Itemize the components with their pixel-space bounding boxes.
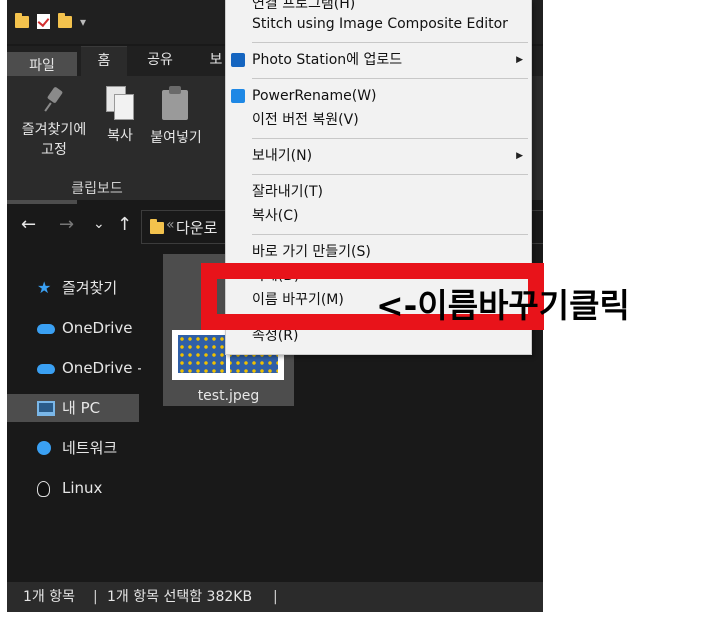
- sidebar-item-quick-access[interactable]: ★ 즐겨찾기: [7, 274, 139, 302]
- breadcrumb-overflow[interactable]: «: [166, 217, 175, 233]
- status-selection: 1개 항목 선택함 382KB: [107, 589, 253, 605]
- quick-access-toolbar: ▾: [15, 12, 86, 29]
- menu-item-label: 복사(C): [252, 208, 299, 224]
- cloud-icon: [37, 364, 55, 374]
- sidebar-item-label: 즐겨찾기: [62, 279, 118, 297]
- sidebar-item-label: OneDrive -: [62, 359, 143, 377]
- menu-item-label: 잘라내기(T): [252, 184, 323, 200]
- folder-icon: [150, 219, 164, 234]
- copy-button[interactable]: 복사: [101, 86, 139, 146]
- annotation-text: <-이름바꾸기클릭: [376, 286, 630, 325]
- sidebar-item-network[interactable]: 네트워크: [7, 434, 139, 462]
- network-icon: [37, 441, 51, 455]
- tab-share[interactable]: 공유: [137, 46, 183, 76]
- pin-label-line1: 즐겨찾기에: [21, 122, 87, 138]
- menu-item-label: 보내기(N): [252, 148, 313, 164]
- menu-item-create-shortcut[interactable]: 바로 가기 만들기(S): [226, 240, 531, 264]
- menu-separator: [252, 78, 528, 79]
- clipboard-group-label: 클립보드: [71, 181, 123, 197]
- menu-item-photo-station[interactable]: Photo Station에 업로드 ▶: [226, 48, 531, 72]
- menu-separator: [252, 174, 528, 175]
- paste-button[interactable]: 붙여넣기: [145, 86, 207, 148]
- menu-separator: [252, 42, 528, 43]
- menu-item-label: Stitch using Image Composite Editor: [252, 16, 508, 32]
- sidebar-item-label: OneDrive: [62, 319, 133, 337]
- new-folder-icon[interactable]: [58, 12, 72, 28]
- sidebar-item-onedrive[interactable]: OneDrive: [7, 314, 139, 342]
- sidebar-item-label: 내 PC: [62, 399, 101, 417]
- pc-icon: [37, 401, 55, 416]
- sidebar-item-label: 네트워크: [62, 439, 118, 457]
- copy-icon: [106, 86, 134, 120]
- pin-icon: [44, 86, 64, 114]
- navigation-pane: ★ 즐겨찾기 OneDrive OneDrive - 내 PC 네트워크 Lin…: [7, 262, 143, 582]
- menu-separator: [252, 234, 528, 235]
- dropdown-icon[interactable]: ▾: [80, 15, 86, 29]
- recent-locations-button[interactable]: ⌄: [93, 216, 105, 232]
- menu-item-cut[interactable]: 잘라내기(T): [226, 180, 531, 204]
- sidebar-item-this-pc[interactable]: 내 PC: [7, 394, 139, 422]
- menu-item-send-to[interactable]: 보내기(N) ▶: [226, 144, 531, 168]
- breadcrumb[interactable]: 다운로: [176, 217, 217, 238]
- menu-item-label: Photo Station에 업로드: [252, 52, 403, 68]
- sidebar-item-onedrive-business[interactable]: OneDrive -: [7, 354, 143, 382]
- menu-item-stitch[interactable]: Stitch using Image Composite Editor: [226, 12, 531, 36]
- checkmark-doc-icon[interactable]: [37, 14, 50, 29]
- folder-icon: [15, 12, 29, 28]
- submenu-arrow-icon: ▶: [516, 151, 523, 161]
- paste-label: 붙여넣기: [150, 130, 202, 146]
- copy-label: 복사: [107, 128, 133, 144]
- forward-button[interactable]: →: [59, 214, 74, 235]
- sidebar-item-label: Linux: [62, 479, 103, 497]
- status-divider: |: [273, 589, 278, 605]
- pin-label-line2: 고정: [41, 142, 67, 158]
- tab-home[interactable]: 홈: [81, 46, 127, 77]
- back-button[interactable]: ←: [21, 214, 36, 235]
- submenu-arrow-icon: ▶: [516, 55, 523, 65]
- status-item-count: 1개 항목: [23, 589, 75, 605]
- pin-to-quick-access-button[interactable]: 즐겨찾기에 고정: [13, 86, 95, 160]
- star-icon: ★: [37, 278, 52, 297]
- linux-icon: [37, 481, 50, 497]
- menu-separator: [252, 138, 528, 139]
- cloud-icon: [37, 324, 55, 334]
- menu-item-restore-previous[interactable]: 이전 버전 복원(V): [226, 108, 531, 132]
- file-name: test.jpeg: [197, 388, 260, 404]
- menu-item-powerrename[interactable]: PowerRename(W): [226, 84, 531, 108]
- paste-icon: [162, 86, 190, 122]
- sidebar-item-linux[interactable]: Linux: [7, 474, 139, 502]
- up-button[interactable]: ↑: [117, 214, 132, 235]
- status-divider: |: [93, 589, 98, 605]
- menu-item-label: 바로 가기 만들기(S): [252, 244, 371, 260]
- status-bar: 1개 항목 | 1개 항목 선택함 382KB |: [7, 582, 543, 612]
- photo-station-icon: [231, 53, 245, 67]
- menu-item-label: 이전 버전 복원(V): [252, 112, 359, 128]
- menu-item-copy[interactable]: 복사(C): [226, 204, 531, 228]
- powerrename-icon: [231, 89, 245, 103]
- menu-item-label: PowerRename(W): [252, 88, 377, 104]
